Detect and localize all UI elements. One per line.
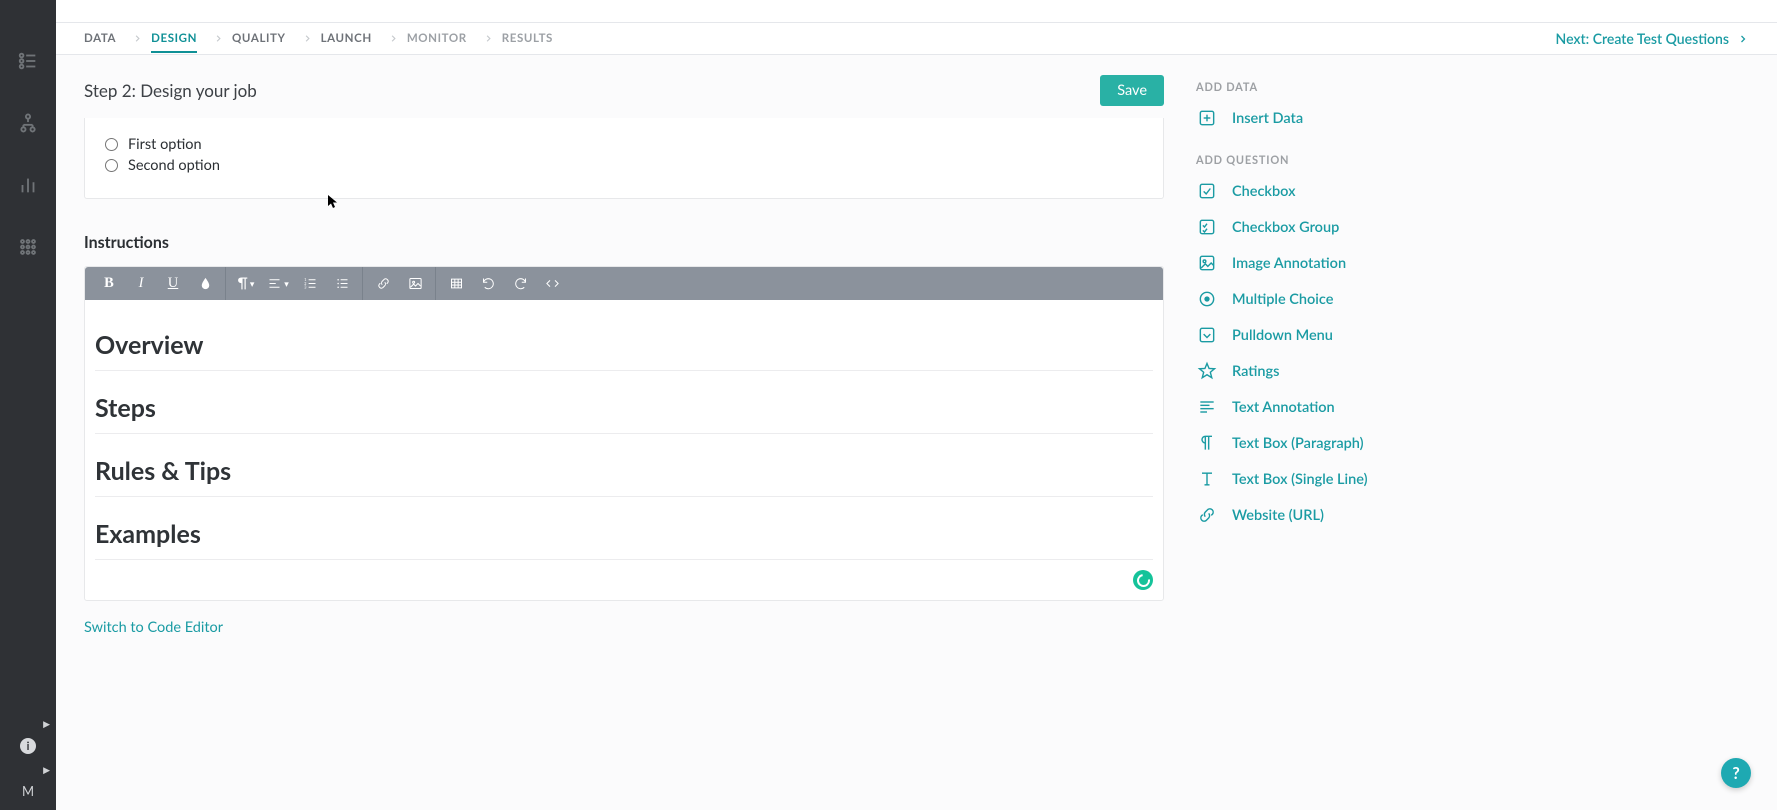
- rail-expand-icon-2[interactable]: ▶: [43, 764, 50, 776]
- code-view-button[interactable]: [536, 267, 568, 300]
- page-title: Step 2: Design your job: [84, 80, 257, 101]
- add-ratings-button[interactable]: Ratings: [1194, 353, 1504, 389]
- multiple-choice-icon: [1196, 288, 1218, 310]
- unordered-list-button[interactable]: [326, 267, 358, 300]
- image-annotation-icon: [1196, 252, 1218, 274]
- add-pulldown-button[interactable]: Pulldown Menu: [1194, 317, 1504, 353]
- paragraph-format-button[interactable]: ¶▾: [230, 267, 262, 300]
- add-checkbox-group-button[interactable]: Checkbox Group: [1194, 209, 1504, 245]
- insert-table-button[interactable]: [440, 267, 472, 300]
- insert-link-button[interactable]: [367, 267, 399, 300]
- editor-heading-overview: Overview: [95, 318, 1153, 371]
- crumb-results[interactable]: RESULTS: [502, 32, 553, 45]
- chevron-right-icon: [302, 33, 313, 44]
- radio-input[interactable]: [105, 138, 118, 151]
- rail-user-avatar[interactable]: M: [17, 780, 39, 802]
- editor-heading-rules: Rules & Tips: [95, 444, 1153, 497]
- next-step-label: Next: Create Test Questions: [1556, 30, 1729, 47]
- pulldown-icon: [1196, 324, 1218, 346]
- insert-data-icon: [1196, 107, 1218, 129]
- rail-expand-icon[interactable]: ▶: [43, 718, 50, 730]
- label: Insert Data: [1232, 110, 1303, 127]
- add-question-header: ADD QUESTION: [1196, 154, 1504, 167]
- rail-jobs-icon[interactable]: [14, 47, 42, 75]
- link-icon: [1196, 504, 1218, 526]
- rail-analytics-icon[interactable]: [14, 171, 42, 199]
- next-step-link[interactable]: Next: Create Test Questions: [1556, 23, 1749, 54]
- add-textbox-paragraph-button[interactable]: Text Box (Paragraph): [1194, 425, 1504, 461]
- add-checkbox-button[interactable]: Checkbox: [1194, 173, 1504, 209]
- text-annotation-icon: [1196, 396, 1218, 418]
- label: Website (URL): [1232, 507, 1324, 524]
- label: Image Annotation: [1232, 255, 1346, 272]
- radio-label: First option: [128, 136, 202, 153]
- editor-content[interactable]: Overview Steps Rules & Tips Examples: [85, 300, 1163, 600]
- instructions-editor: B I U ¶▾ ▾ 123: [84, 266, 1164, 601]
- text-single-icon: [1196, 468, 1218, 490]
- label: Checkbox: [1232, 183, 1296, 200]
- add-website-button[interactable]: Website (URL): [1194, 497, 1504, 533]
- label: Pulldown Menu: [1232, 327, 1333, 344]
- insert-data-button[interactable]: Insert Data: [1194, 100, 1504, 136]
- italic-button[interactable]: I: [125, 267, 157, 300]
- editor-heading-examples: Examples: [95, 507, 1153, 560]
- add-textbox-single-button[interactable]: Text Box (Single Line): [1194, 461, 1504, 497]
- breadcrumb-bar: DATA DESIGN QUALITY LAUNCH MONITOR RESUL…: [56, 23, 1777, 55]
- redo-button[interactable]: [504, 267, 536, 300]
- crumb-data[interactable]: DATA: [84, 32, 116, 45]
- editor-toolbar: B I U ¶▾ ▾ 123: [85, 267, 1163, 300]
- add-text-annotation-button[interactable]: Text Annotation: [1194, 389, 1504, 425]
- svg-text:3: 3: [304, 285, 306, 290]
- undo-button[interactable]: [472, 267, 504, 300]
- help-fab-button[interactable]: ?: [1721, 758, 1751, 788]
- label: Multiple Choice: [1232, 291, 1333, 308]
- instructions-heading: Instructions: [84, 233, 1164, 252]
- question-card[interactable]: First option Second option: [84, 118, 1164, 199]
- label: Checkbox Group: [1232, 219, 1339, 236]
- underline-button[interactable]: U: [157, 267, 189, 300]
- paragraph-icon: [1196, 432, 1218, 454]
- crumb-launch[interactable]: LAUNCH: [321, 32, 372, 45]
- chevron-right-icon: [132, 33, 143, 44]
- crumb-quality[interactable]: QUALITY: [232, 32, 286, 45]
- add-multiple-choice-button[interactable]: Multiple Choice: [1194, 281, 1504, 317]
- label: Text Box (Single Line): [1232, 471, 1368, 488]
- color-button[interactable]: [189, 267, 221, 300]
- right-panel: ADD DATA Insert Data ADD QUESTION Checkb…: [1194, 75, 1504, 533]
- crumb-design[interactable]: DESIGN: [151, 32, 197, 45]
- rail-contributors-icon[interactable]: [14, 233, 42, 261]
- chevron-right-icon: [213, 33, 224, 44]
- bold-button[interactable]: B: [93, 267, 125, 300]
- align-button[interactable]: ▾: [262, 267, 294, 300]
- ordered-list-button[interactable]: 123: [294, 267, 326, 300]
- insert-image-button[interactable]: [399, 267, 431, 300]
- radio-option-1[interactable]: First option: [105, 136, 1143, 153]
- label: Ratings: [1232, 363, 1280, 380]
- chevron-right-icon: [388, 33, 399, 44]
- add-data-header: ADD DATA: [1196, 81, 1504, 94]
- add-image-annotation-button[interactable]: Image Annotation: [1194, 245, 1504, 281]
- crumb-monitor[interactable]: MONITOR: [407, 32, 467, 45]
- nav-rail: ▶ i ▶ M: [0, 0, 56, 810]
- checkbox-group-icon: [1196, 216, 1218, 238]
- rail-workflows-icon[interactable]: [14, 109, 42, 137]
- radio-input[interactable]: [105, 159, 118, 172]
- grammarly-icon[interactable]: [1133, 570, 1153, 590]
- rail-info-icon[interactable]: i: [20, 738, 36, 754]
- radio-label: Second option: [128, 157, 220, 174]
- save-button[interactable]: Save: [1100, 75, 1164, 106]
- label: Text Box (Paragraph): [1232, 435, 1364, 452]
- switch-code-editor-link[interactable]: Switch to Code Editor: [84, 619, 1164, 636]
- editor-heading-steps: Steps: [95, 381, 1153, 434]
- chevron-right-icon: [483, 33, 494, 44]
- top-bar: [56, 0, 1777, 23]
- radio-option-2[interactable]: Second option: [105, 157, 1143, 174]
- ratings-icon: [1196, 360, 1218, 382]
- checkbox-icon: [1196, 180, 1218, 202]
- label: Text Annotation: [1232, 399, 1335, 416]
- mouse-cursor-icon: [327, 194, 339, 210]
